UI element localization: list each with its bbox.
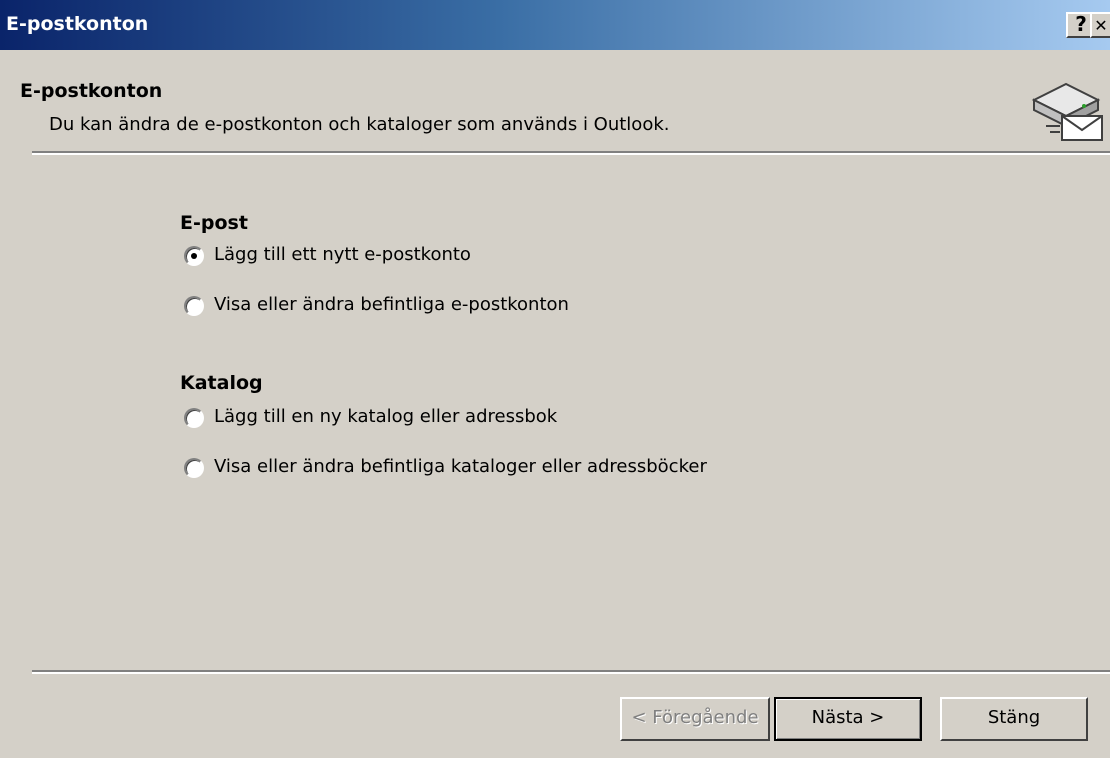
page-subtitle: Du kan ändra de e-postkonton och katalog… [49, 114, 670, 135]
next-button[interactable]: Nästa > [774, 697, 922, 741]
title-bar[interactable]: E-postkonton ? ✕ [0, 0, 1110, 50]
header-divider [32, 151, 1110, 155]
email-server-icon [1031, 82, 1103, 141]
email-accounts-dialog: E-postkonton ? ✕ E-postkonton Du kan änd… [0, 0, 1110, 758]
page-title: E-postkonton [20, 80, 163, 102]
radio-label[interactable]: Lägg till ett nytt e-postkonto [214, 244, 471, 265]
radio-button[interactable] [184, 246, 204, 266]
radio-label[interactable]: Visa eller ändra befintliga kataloger el… [214, 456, 707, 477]
radio-label[interactable]: Visa eller ändra befintliga e-postkonton [214, 294, 569, 315]
email-group-label: E-post [180, 212, 248, 234]
radio-button[interactable] [184, 408, 204, 428]
footer-divider [32, 670, 1110, 674]
previous-button[interactable]: < Föregående [620, 697, 770, 741]
radio-button[interactable] [184, 458, 204, 478]
radio-button[interactable] [184, 296, 204, 316]
radio-selected-dot [191, 253, 197, 259]
directory-group-label: Katalog [180, 372, 263, 394]
close-button[interactable]: Stäng [940, 697, 1088, 741]
window-title: E-postkonton [6, 13, 149, 35]
close-window-button[interactable]: ✕ [1090, 12, 1110, 38]
close-icon: ✕ [1094, 16, 1108, 35]
radio-label[interactable]: Lägg till en ny katalog eller adressbok [214, 406, 557, 427]
